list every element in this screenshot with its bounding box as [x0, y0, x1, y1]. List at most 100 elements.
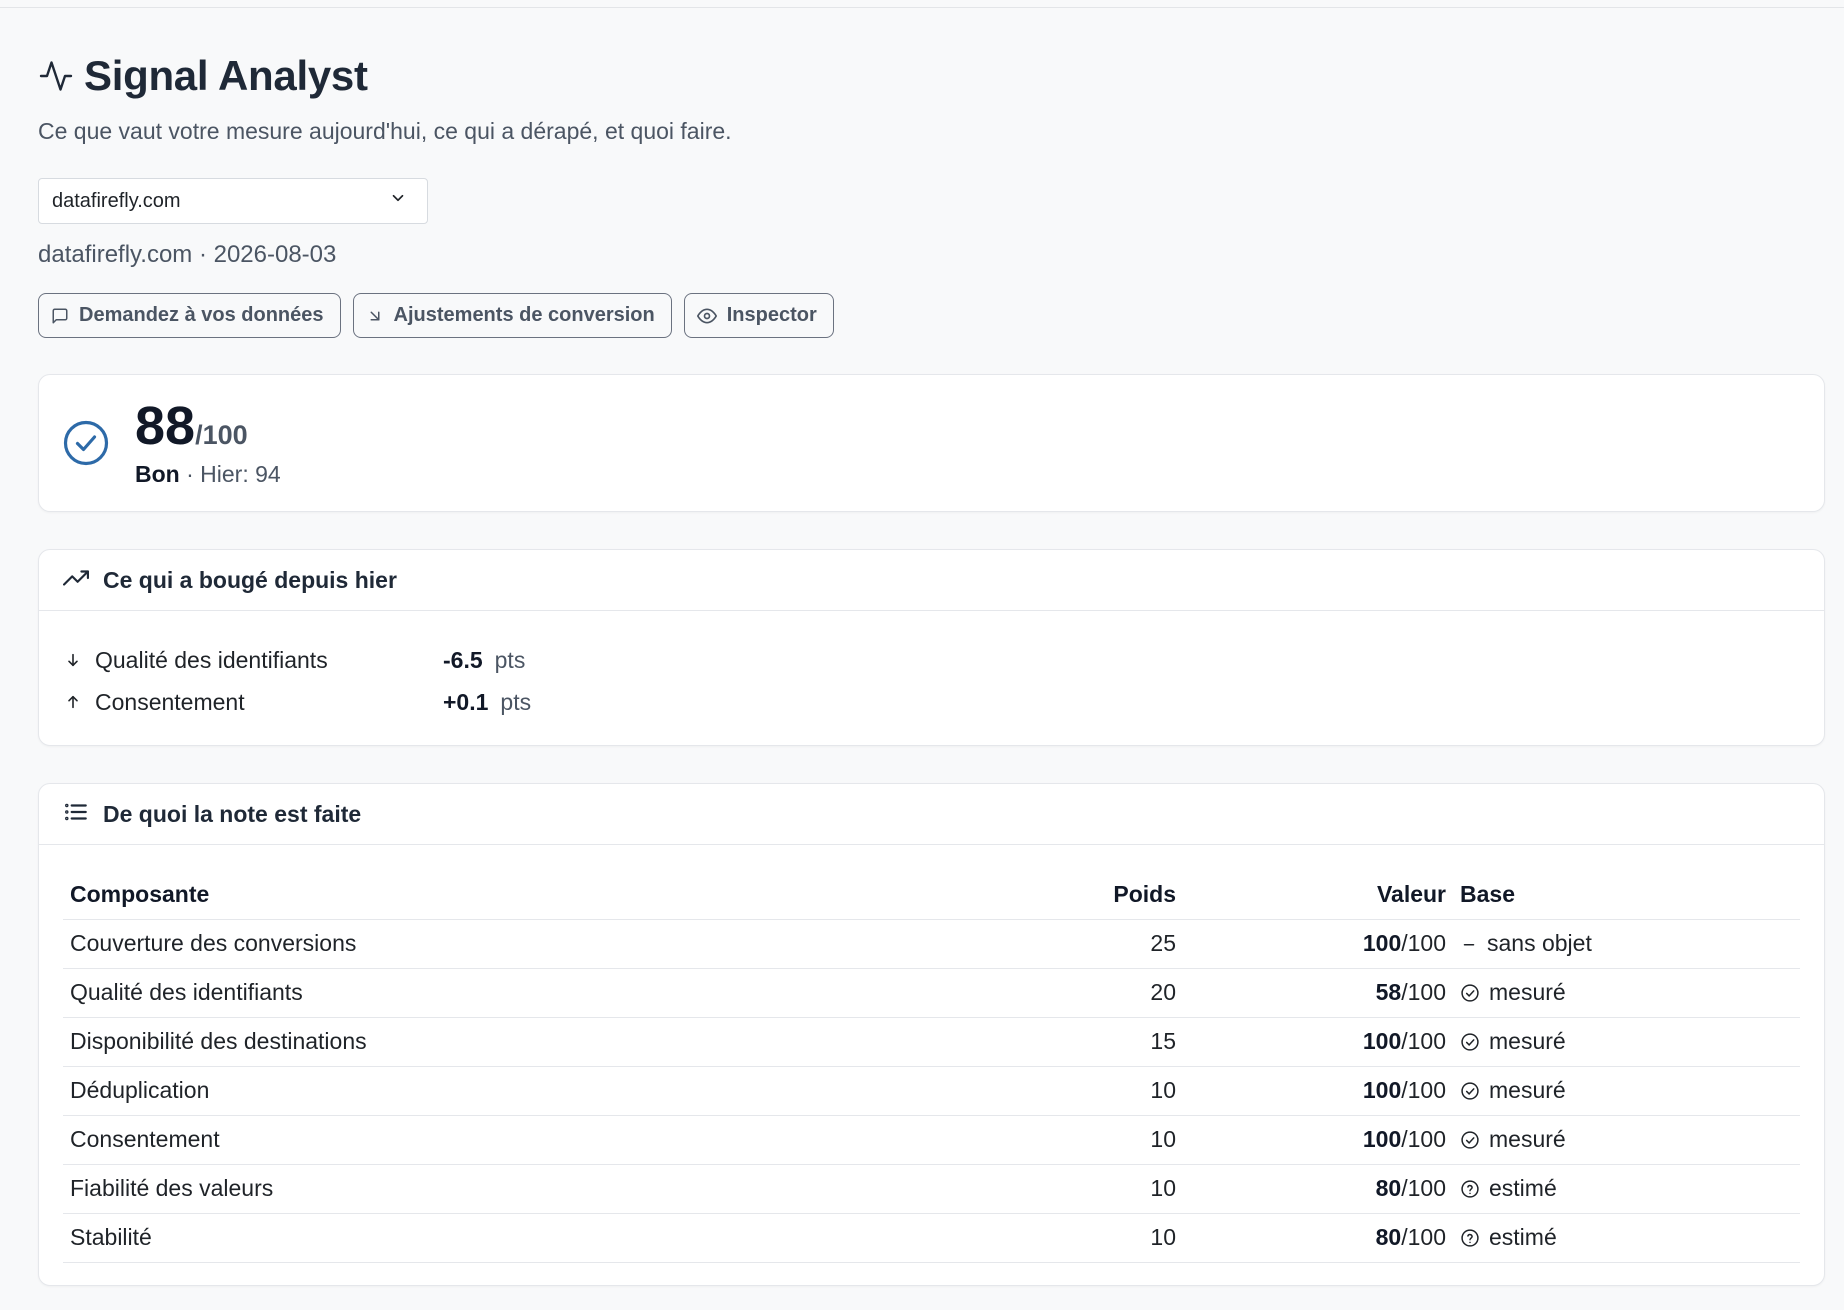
score-value: 88 — [135, 395, 196, 456]
ask-data-label: Demandez à vos données — [79, 304, 324, 326]
weight-cell: 10 — [1083, 1213, 1183, 1263]
value-score: 100 — [1362, 1126, 1402, 1152]
value-score: 100 — [1362, 1028, 1402, 1054]
check-circle-icon — [1460, 983, 1480, 1003]
value-max: /100 — [1401, 1175, 1446, 1201]
help-circle-icon — [1460, 1228, 1480, 1248]
site-select[interactable]: datafirefly.com — [38, 178, 428, 224]
base-cell: mesuré — [1453, 1066, 1800, 1116]
arrow-up-icon — [65, 694, 95, 710]
base-label: estimé — [1489, 1224, 1557, 1250]
changes-list: Qualité des identifiants -6.5 pts Consen… — [39, 611, 1824, 745]
score-value-group: 88 /100 — [135, 399, 281, 453]
score-yesterday: · Hier: 94 — [186, 460, 281, 487]
value-max: /100 — [1401, 1077, 1446, 1103]
value-max: /100 — [1401, 1224, 1446, 1250]
component-cell: Consentement — [63, 1115, 1083, 1165]
value-max: /100 — [1401, 930, 1446, 956]
column-header-component: Composante — [63, 871, 1083, 920]
list-item: Consentement +0.1 pts — [65, 681, 1800, 723]
table-row: Consentement 10 100/100 mesuré — [63, 1115, 1800, 1165]
base-cell: mesuré — [1453, 1115, 1800, 1165]
weight-cell: 15 — [1083, 1017, 1183, 1067]
base-label: mesuré — [1489, 1126, 1566, 1152]
check-circle-icon — [1460, 1130, 1480, 1150]
page-header: Signal Analyst — [38, 50, 1825, 102]
value-cell: 100/100 — [1183, 1066, 1453, 1116]
value-cell: 80/100 — [1183, 1164, 1453, 1214]
component-cell: Qualité des identifiants — [63, 968, 1083, 1018]
weight-cell: 10 — [1083, 1066, 1183, 1116]
table-row: Disponibilité des destinations 15 100/100 m… — [63, 1017, 1800, 1067]
base-cell: mesuré — [1453, 1017, 1800, 1067]
check-circle-icon — [63, 420, 109, 466]
trending-up-icon — [62, 565, 89, 596]
base-cell: mesuré — [1453, 968, 1800, 1018]
changes-title: Ce qui a bougé depuis hier — [103, 566, 397, 593]
score-max: /100 — [195, 419, 248, 450]
weight-cell: 10 — [1083, 1115, 1183, 1165]
action-buttons: Demandez à vos données Ajustements de co… — [38, 293, 1825, 338]
list-icon — [63, 799, 89, 830]
conversion-adjustments-button[interactable]: Ajustements de conversion — [352, 293, 672, 338]
arrow-down-icon — [65, 652, 95, 668]
table-header-row: Composante Poids Valeur Base — [63, 871, 1800, 920]
breakdown-card: De quoi la note est faite Composante Poi… — [38, 783, 1825, 1286]
component-cell: Stabilité — [63, 1213, 1083, 1263]
help-circle-icon — [1460, 1179, 1480, 1199]
column-header-base: Base — [1453, 871, 1800, 920]
changes-card: Ce qui a bougé depuis hier Qualité des i… — [38, 549, 1825, 746]
breakdown-header: De quoi la note est faite — [39, 784, 1824, 845]
chevron-down-icon — [389, 189, 407, 213]
base-label: sans objet — [1487, 930, 1592, 956]
ask-data-button[interactable]: Demandez à vos données — [38, 293, 341, 338]
eye-icon — [696, 306, 717, 326]
breakdown-table: Composante Poids Valeur Base Couverture … — [63, 871, 1800, 1263]
component-cell: Déduplication — [63, 1066, 1083, 1116]
table-row: Déduplication 10 100/100 mesuré — [63, 1066, 1800, 1116]
base-cell: estimé — [1453, 1164, 1800, 1214]
base-label: mesuré — [1489, 979, 1566, 1005]
list-item: Qualité des identifiants -6.5 pts — [65, 639, 1800, 681]
value-score: 80 — [1375, 1175, 1402, 1201]
value-score: 100 — [1362, 1077, 1402, 1103]
change-value: -6.5 — [443, 646, 483, 673]
message-square-icon — [51, 307, 69, 325]
table-row: Couverture des conversions 25 100/100 sans … — [63, 919, 1800, 969]
inspector-button[interactable]: Inspector — [683, 293, 834, 338]
check-circle-icon — [1460, 1032, 1480, 1052]
column-header-value: Valeur — [1183, 871, 1453, 920]
value-cell: 100/100 — [1183, 919, 1453, 969]
score-summary: 88 /100 Bon · Hier: 94 — [135, 399, 281, 488]
component-cell: Couverture des conversions — [63, 919, 1083, 969]
value-score: 80 — [1375, 1224, 1402, 1250]
change-label: Consentement — [95, 688, 245, 715]
value-max: /100 — [1401, 979, 1446, 1005]
value-cell: 58/100 — [1183, 968, 1453, 1018]
weight-cell: 25 — [1083, 919, 1183, 969]
change-unit: pts — [494, 646, 526, 673]
site-date-meta: datafirefly.com · 2026-08-03 — [38, 241, 337, 268]
score-rating: Bon — [135, 460, 180, 487]
component-cell: Disponibilité des destinations — [63, 1017, 1083, 1067]
arrow-down-right-icon — [366, 307, 384, 325]
site-select-value: datafirefly.com — [52, 189, 181, 212]
activity-icon — [38, 58, 74, 94]
value-cell: 100/100 — [1183, 1017, 1453, 1067]
table-row: Stabilité 10 80/100 estimé — [63, 1213, 1800, 1263]
value-score: 100 — [1362, 930, 1402, 956]
top-divider — [0, 7, 1844, 8]
table-row: Fiabilité des valeurs 10 80/100 estimé — [63, 1164, 1800, 1214]
value-score: 58 — [1375, 979, 1402, 1005]
table-row: Qualité des identifiants 20 58/100 mesuré — [63, 968, 1800, 1018]
change-label: Qualité des identifiants — [95, 646, 328, 673]
base-cell: estimé — [1453, 1213, 1800, 1263]
score-status: Bon · Hier: 94 — [135, 461, 281, 488]
value-max: /100 — [1401, 1028, 1446, 1054]
base-cell: sans objet — [1453, 919, 1800, 969]
base-label: mesuré — [1489, 1028, 1566, 1054]
conversion-adjustments-label: Ajustements de conversion — [393, 304, 655, 326]
breakdown-table-body: Couverture des conversions 25 100/100 sans … — [63, 919, 1800, 1263]
value-cell: 80/100 — [1183, 1213, 1453, 1263]
base-label: estimé — [1489, 1175, 1557, 1201]
